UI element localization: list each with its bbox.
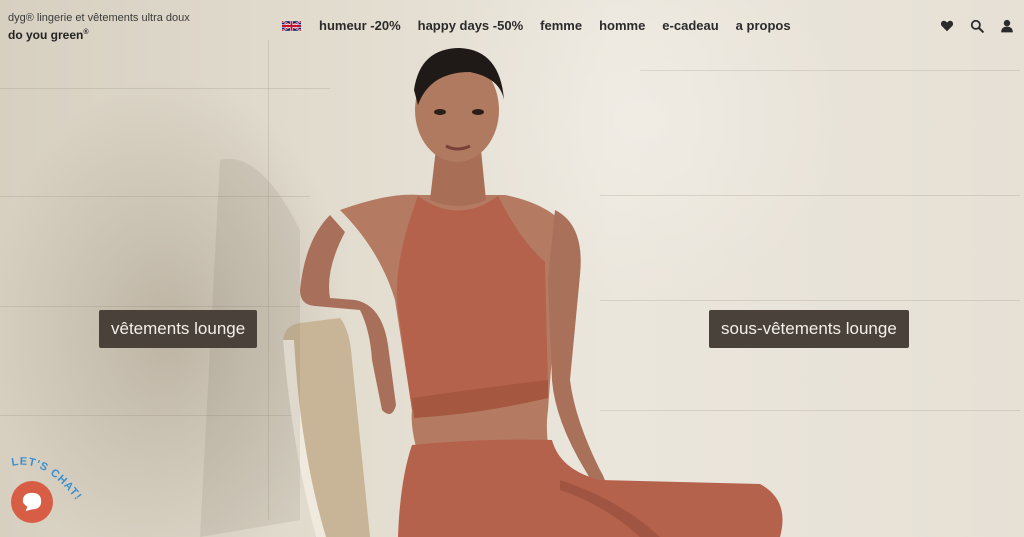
user-icon[interactable] xyxy=(1000,19,1014,33)
uk-flag-icon[interactable] xyxy=(282,19,301,32)
brand-registered-mark: ® xyxy=(83,29,89,36)
nav-item-happy-days[interactable]: happy days -50% xyxy=(418,18,524,33)
main-nav: humeur -20% happy days -50% femme homme … xyxy=(282,18,808,33)
search-icon[interactable] xyxy=(970,19,984,33)
nav-item-homme[interactable]: homme xyxy=(599,18,645,33)
nav-item-femme[interactable]: femme xyxy=(540,18,582,33)
nav-item-e-cadeau[interactable]: e-cadeau xyxy=(662,18,718,33)
header-icons xyxy=(940,19,1014,33)
chat-bubble-icon xyxy=(22,492,42,512)
cta-lounge-underwear-button[interactable]: sous-vêtements lounge xyxy=(709,310,909,348)
brand-tagline: dyg® lingerie et vêtements ultra doux xyxy=(8,12,190,24)
heart-icon[interactable] xyxy=(940,19,954,33)
hero-model-image xyxy=(200,48,783,537)
nav-item-humeur[interactable]: humeur -20% xyxy=(319,18,401,33)
nav-item-a-propos[interactable]: a propos xyxy=(736,18,791,33)
chat-button[interactable] xyxy=(11,481,53,523)
brand-name: do you green xyxy=(8,28,84,42)
cta-loungewear-button[interactable]: vêtements lounge xyxy=(99,310,258,348)
brand-logo[interactable]: do you green® xyxy=(8,28,89,42)
